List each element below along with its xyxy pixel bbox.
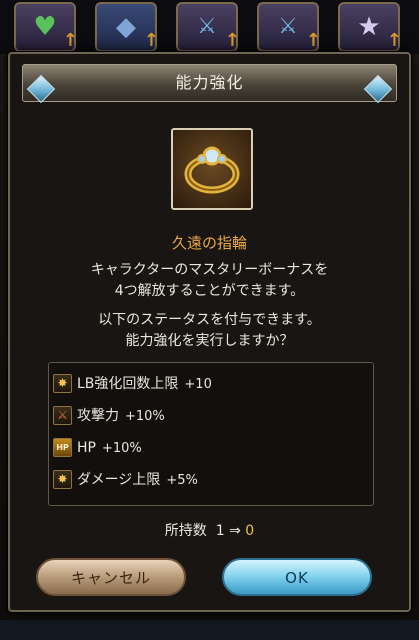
item-description: キャラクターのマスタリーボーナスを 4つ解放することができます。 xyxy=(10,260,409,302)
dialog-title: 能力強化 xyxy=(175,73,244,92)
stat-label: HP xyxy=(77,440,96,456)
owned-before: 1 xyxy=(215,523,225,539)
gem-ornament-icon xyxy=(26,74,56,104)
stat-row-lb: ✸ LB強化回数上限 +10 xyxy=(53,373,212,395)
bottom-strip xyxy=(0,620,419,640)
hp-icon: HP xyxy=(53,438,72,457)
owned-count: 所持数 1 ⇒ 0 xyxy=(10,520,409,540)
dialog-header: 能力強化 xyxy=(22,64,397,104)
item-name: 久遠の指輪 xyxy=(171,234,247,252)
cancel-button[interactable]: キャンセル xyxy=(36,558,186,596)
stat-value: +10% xyxy=(125,409,165,424)
item-image-frame xyxy=(171,128,253,210)
stat-label: 攻撃力 xyxy=(77,408,119,424)
heart-ability-icon[interactable]: ♥ ↑ xyxy=(14,2,78,52)
stat-label: ダメージ上限 xyxy=(77,472,161,488)
star-burst-icon: ✸ xyxy=(53,470,72,489)
stat-row-attack: ⚔ 攻撃力 +10% xyxy=(53,405,165,427)
ring-icon xyxy=(184,146,240,194)
blades-ability-icon[interactable]: ⚔ ↑ xyxy=(176,2,240,52)
stat-label: LB強化回数上限 xyxy=(77,376,179,392)
stat-row-hp: HP HP +10% xyxy=(53,437,142,459)
stat-value: +5% xyxy=(166,473,198,488)
owned-after: 0 xyxy=(245,523,255,539)
stat-row-damage-cap: ✸ ダメージ上限 +5% xyxy=(53,469,198,491)
stats-list: ✸ LB強化回数上限 +10 ⚔ 攻撃力 +10% HP HP +10% ✸ ダメージ… xyxy=(48,362,374,506)
sword-icon: ⚔ xyxy=(53,406,72,425)
description-line: 4つ解放することができます。 xyxy=(114,283,305,299)
star-burst-icon: ✸ xyxy=(53,374,72,393)
confirm-text: 以下のステータスを付与できます。 能力強化を実行しますか？ xyxy=(10,310,409,352)
gem-ornament-icon xyxy=(363,74,393,104)
enhance-dialog: 能力強化 久遠の指輪 キャラクターのマスタリーボーナスを 4つ解放することができ… xyxy=(8,52,411,612)
star-ability-icon[interactable]: ★ ↑ xyxy=(338,2,402,52)
arrow-right-icon: ⇒ xyxy=(229,523,241,539)
confirm-line: 以下のステータスを付与できます。 xyxy=(98,312,321,328)
stat-value: +10% xyxy=(101,441,142,456)
owned-label: 所持数 xyxy=(164,523,207,539)
confirm-line: 能力強化を実行しますか？ xyxy=(125,333,294,349)
description-line: キャラクターのマスタリーボーナスを xyxy=(90,262,329,278)
top-icon-bar: ♥ ↑ ◆ ↑ ⚔ ↑ ⚔ ↑ ★ ↑ xyxy=(0,0,419,54)
ok-button[interactable]: OK xyxy=(222,558,372,596)
blades-ability-icon-2[interactable]: ⚔ ↑ xyxy=(257,2,321,52)
stat-value: +10 xyxy=(184,377,212,392)
ability-slot-icon[interactable]: ◆ ↑ xyxy=(95,2,159,52)
